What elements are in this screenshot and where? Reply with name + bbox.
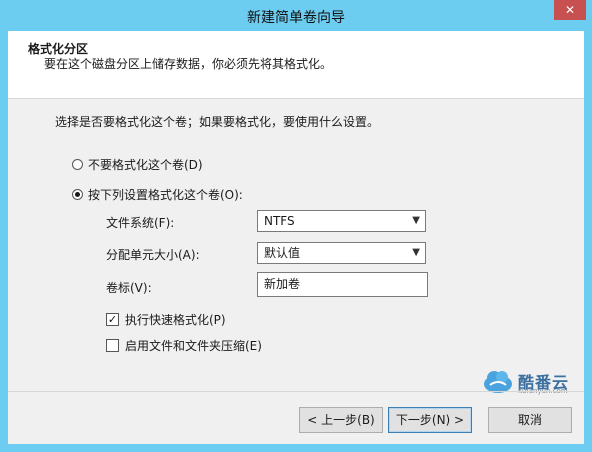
- cancel-button[interactable]: 取消: [488, 407, 572, 433]
- page-subtitle: 要在这个磁盘分区上储存数据，你必须先将其格式化。: [44, 57, 333, 71]
- filesystem-value: NTFS: [264, 214, 295, 228]
- alloc-unit-label: 分配单元大小(A):: [106, 248, 200, 262]
- filesystem-select[interactable]: NTFS ▼: [257, 210, 426, 232]
- checkbox-box[interactable]: [106, 338, 119, 352]
- divider: [8, 391, 584, 392]
- checkbox-label: 启用文件和文件夹压缩(E): [125, 338, 262, 353]
- radio-circle[interactable]: [72, 158, 83, 170]
- radio-label: 不要格式化这个卷(D): [88, 157, 203, 172]
- filesystem-label: 文件系统(F):: [106, 216, 175, 230]
- instruction-text: 选择是否要格式化这个卷；如果要格式化，要使用什么设置。: [55, 115, 380, 129]
- wizard-body: 格式化分区 要在这个磁盘分区上储存数据，你必须先将其格式化。 选择是否要格式化这…: [8, 31, 584, 444]
- back-button[interactable]: < 上一步(B): [299, 407, 383, 433]
- volume-label-label: 卷标(V):: [106, 281, 152, 295]
- close-button[interactable]: ✕: [554, 0, 586, 20]
- compression-checkbox[interactable]: 启用文件和文件夹压缩(E): [106, 336, 262, 354]
- checkbox-label: 执行快速格式化(P): [125, 312, 226, 327]
- chevron-down-icon: ▼: [412, 247, 420, 258]
- radio-label: 按下列设置格式化这个卷(O):: [88, 187, 243, 202]
- watermark-logo: 酷番云 kufanyun.com: [482, 367, 578, 397]
- volume-label-input[interactable]: 新加卷: [257, 272, 428, 297]
- next-button[interactable]: 下一步(N) >: [388, 407, 472, 433]
- radio-no-format[interactable]: 不要格式化这个卷(D): [72, 155, 203, 173]
- chevron-down-icon: ▼: [412, 215, 420, 226]
- radio-circle[interactable]: [72, 188, 83, 200]
- window-title: 新建简单卷向导: [247, 10, 345, 26]
- quick-format-checkbox[interactable]: ✓ 执行快速格式化(P): [106, 310, 226, 328]
- wizard-header: 格式化分区 要在这个磁盘分区上储存数据，你必须先将其格式化。: [8, 31, 584, 99]
- close-icon: ✕: [564, 3, 576, 17]
- alloc-unit-value: 默认值: [264, 246, 301, 260]
- title-bar: 新建简单卷向导 ✕: [0, 0, 592, 31]
- radio-format[interactable]: 按下列设置格式化这个卷(O):: [72, 185, 243, 203]
- alloc-unit-select[interactable]: 默认值 ▼: [257, 242, 426, 264]
- checkmark-icon[interactable]: ✓: [106, 312, 119, 326]
- volume-label-value: 新加卷: [264, 277, 301, 291]
